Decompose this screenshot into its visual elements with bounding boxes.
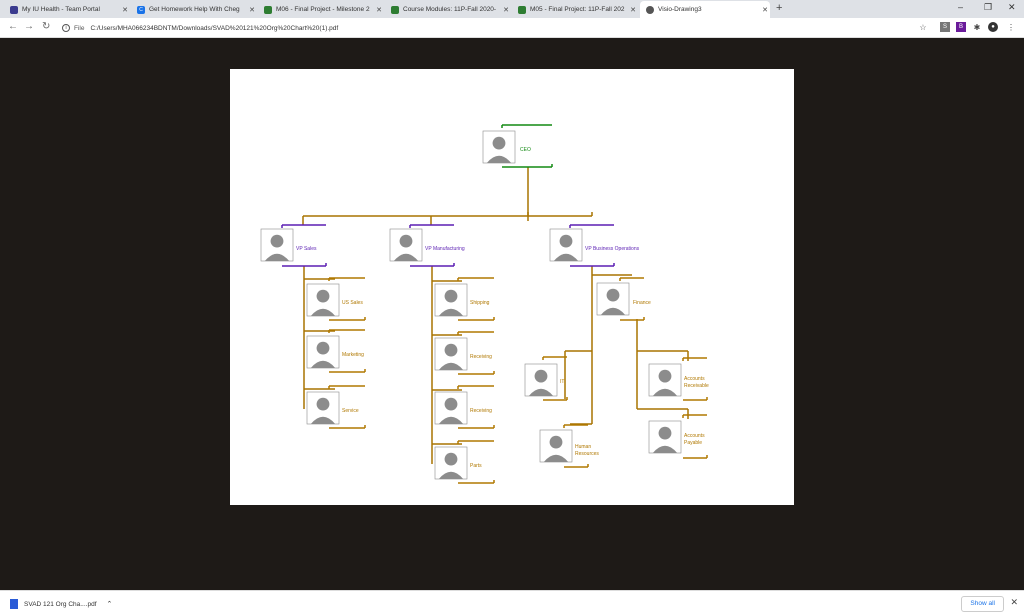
- close-icon[interactable]: ✕: [374, 6, 384, 14]
- tab-visio-drawing[interactable]: Visio-Drawing3 ✕: [640, 1, 770, 18]
- ceo-node: CEO: [520, 147, 531, 153]
- org-chart: CEO VP Sales VP Manufacturing VP Business O…: [260, 124, 709, 484]
- minimize-button[interactable]: –: [958, 2, 963, 12]
- operations-node: Payable: [684, 440, 702, 446]
- avatar-head: [549, 435, 563, 449]
- url-scheme: File: [74, 24, 85, 32]
- operations-node: Finance: [633, 300, 651, 306]
- back-button[interactable]: ←: [8, 21, 18, 32]
- operations-node: Accounts: [684, 376, 705, 382]
- tab-title: M06 - Final Project - Milestone 2: [276, 6, 370, 13]
- operations-node: Resources: [575, 451, 599, 457]
- canvas-icon: [391, 5, 399, 14]
- tab-title: My IU Health - Team Portal: [22, 6, 100, 13]
- info-icon[interactable]: i: [62, 24, 70, 32]
- tab-m06[interactable]: M06 - Final Project - Milestone 2 ✕: [258, 1, 384, 18]
- close-icon[interactable]: ✕: [247, 6, 257, 14]
- download-bar: SVAD 121 Org Cha....pdf ⌃ Show all ✕: [0, 590, 1024, 616]
- canvas-icon: [518, 5, 526, 14]
- avatar-head: [444, 397, 458, 411]
- operations-node: IT: [560, 379, 564, 385]
- extension-icon[interactable]: S: [940, 22, 950, 32]
- tab-m05[interactable]: M05 - Final Project: 11P-Fall 202 ✕: [512, 1, 638, 18]
- avatar-head: [316, 341, 330, 355]
- manufacturing-node: Receiving: [470, 408, 492, 414]
- avatar-head: [534, 369, 548, 383]
- canvas-icon: [264, 5, 272, 14]
- avatar-head: [444, 452, 458, 466]
- close-icon[interactable]: ✕: [501, 6, 511, 14]
- avatar-head: [399, 234, 413, 248]
- tab-title: Visio-Drawing3: [658, 6, 702, 13]
- new-tab-button[interactable]: +: [776, 2, 782, 14]
- iu-health-icon: [10, 5, 18, 14]
- restore-button[interactable]: ❐: [984, 2, 992, 13]
- close-icon[interactable]: ✕: [760, 6, 770, 14]
- chevron-up-icon[interactable]: ⌃: [107, 600, 113, 608]
- vp-node: VP Manufacturing: [425, 246, 465, 252]
- avatar-head: [492, 136, 506, 150]
- reload-button[interactable]: ↻: [42, 21, 50, 32]
- avatar-head: [559, 234, 573, 248]
- pdf-file-icon: [10, 599, 18, 609]
- avatar-head: [316, 397, 330, 411]
- tab-title: Course Modules: 11P-Fall 2020-: [403, 6, 497, 13]
- operations-node: Receivable: [684, 383, 709, 389]
- sales-node: Service: [342, 408, 359, 414]
- puzzle-icon[interactable]: ✱: [972, 22, 982, 32]
- toolbar: ← → ↻ i File C:/Users/MHA066234BDNTM/Dow…: [0, 18, 1024, 38]
- download-item[interactable]: SVAD 121 Org Cha....pdf ⌃: [10, 599, 112, 609]
- bookmark-star-icon[interactable]: ☆: [918, 22, 928, 32]
- globe-icon: [646, 5, 654, 14]
- sales-node: US Sales: [342, 300, 363, 306]
- close-window-button[interactable]: ✕: [1008, 2, 1016, 13]
- chegg-icon: C: [137, 5, 145, 14]
- avatar-head: [270, 234, 284, 248]
- extension-icon[interactable]: B: [956, 22, 966, 32]
- close-icon[interactable]: ✕: [1010, 597, 1018, 608]
- show-all-button[interactable]: Show all: [961, 596, 1004, 612]
- manufacturing-node: Shipping: [470, 300, 490, 306]
- vp-node: VP Business Operations: [585, 246, 640, 252]
- sales-node: Marketing: [342, 352, 364, 358]
- tab-course-modules[interactable]: Course Modules: 11P-Fall 2020- ✕: [385, 1, 511, 18]
- url-text: C:/Users/MHA066234BDNTM/Downloads/SVAD%2…: [90, 24, 339, 32]
- operations-node: Accounts: [684, 433, 705, 439]
- tab-title: M05 - Final Project: 11P-Fall 202: [530, 6, 625, 13]
- avatar[interactable]: ●: [988, 22, 998, 32]
- forward-button[interactable]: →: [24, 21, 34, 32]
- operations-node: Human: [575, 444, 591, 450]
- menu-dots-icon[interactable]: ⋮: [1006, 22, 1016, 32]
- avatar-head: [444, 343, 458, 357]
- avatar-head: [316, 289, 330, 303]
- vp-node: VP Sales: [296, 246, 317, 252]
- tab-iu-health[interactable]: My IU Health - Team Portal ✕: [4, 1, 130, 18]
- tab-chegg[interactable]: C Get Homework Help With Cheg ✕: [131, 1, 257, 18]
- manufacturing-node: Parts: [470, 463, 482, 469]
- tab-title: Get Homework Help With Cheg: [149, 6, 240, 13]
- close-icon[interactable]: ✕: [628, 6, 638, 14]
- avatar-head: [658, 369, 672, 383]
- pdf-page: CEO VP Sales VP Manufacturing VP Business O…: [230, 69, 794, 505]
- avatar-head: [444, 289, 458, 303]
- manufacturing-node: Receiving: [470, 354, 492, 360]
- tab-strip: My IU Health - Team Portal ✕ C Get Homew…: [0, 0, 1024, 18]
- avatar-head: [658, 426, 672, 440]
- avatar-head: [606, 288, 620, 302]
- download-filename: SVAD 121 Org Cha....pdf: [24, 600, 97, 608]
- close-icon[interactable]: ✕: [120, 6, 130, 14]
- address-bar[interactable]: i File C:/Users/MHA066234BDNTM/Downloads…: [62, 21, 932, 35]
